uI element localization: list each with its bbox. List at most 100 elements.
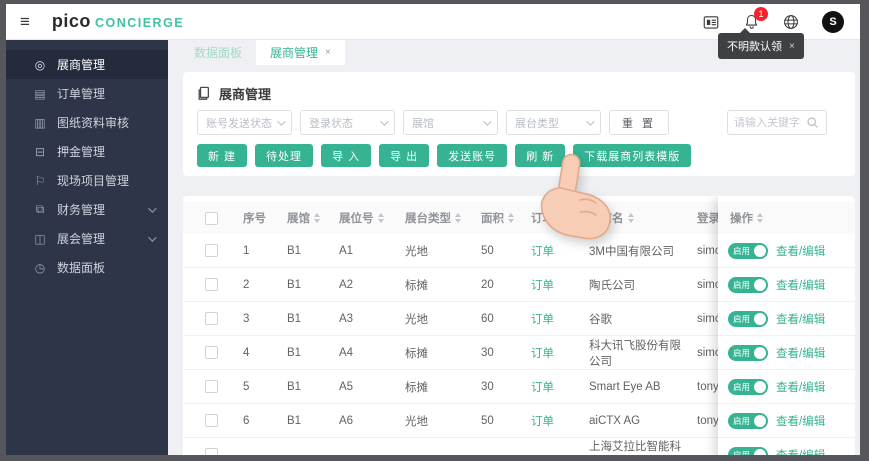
exhibitor-icon: ◎	[34, 57, 46, 72]
sort-icon[interactable]	[314, 213, 320, 223]
sidebar-item-label: 展商管理	[57, 58, 106, 72]
language-globe-icon[interactable]	[782, 13, 800, 31]
order-link[interactable]: 订单	[531, 311, 589, 327]
cell-exhibitor-name: 3M中国有限公司	[589, 245, 674, 258]
sidebar-item-drawing-review[interactable]: ▥ 图纸资料审核	[6, 108, 168, 137]
sidebar-item-exhibitor-mgmt[interactable]: ◎ 展商管理	[6, 50, 168, 79]
sidebar-item-order-mgmt[interactable]: ▤ 订单管理	[6, 79, 168, 108]
sort-icon[interactable]	[757, 213, 763, 223]
finance-icon: ⧉	[35, 202, 45, 216]
export-button[interactable]: 导 出	[379, 144, 430, 167]
search-input[interactable]	[734, 116, 806, 129]
toggle-knob	[754, 346, 766, 359]
download-template-button[interactable]: 下载展商列表模版	[573, 144, 692, 167]
col-operation[interactable]: 操作	[718, 202, 848, 234]
sort-icon[interactable]	[627, 213, 634, 223]
enable-toggle[interactable]: 启用	[728, 310, 768, 327]
new-button[interactable]: 新 建	[197, 144, 248, 167]
documents-icon	[198, 86, 210, 100]
screenshot-frame: ≡ pico CONCIERGE 1 S 不明款认领 × ◎ 展商管理 ▤ 订单…	[0, 0, 869, 461]
row-checkbox[interactable]	[205, 346, 218, 359]
cell-exhibitor-name: Smart Eye AB	[589, 380, 661, 393]
sidebar-item-data-panel[interactable]: ◷ 数据面板	[6, 253, 168, 282]
cell-index: 2	[243, 278, 250, 291]
filter-login-status[interactable]: 登录状态	[300, 110, 395, 135]
view-edit-link[interactable]: 查看/编辑	[776, 345, 825, 361]
row-checkbox[interactable]	[205, 244, 218, 257]
enable-toggle[interactable]: 启用	[728, 446, 768, 455]
data-panel-icon: ◷	[34, 260, 46, 275]
filter-hall[interactable]: 展馆	[403, 110, 498, 135]
pending-button[interactable]: 待处理	[255, 144, 314, 167]
send-account-button[interactable]: 发送账号	[437, 144, 508, 167]
claim-list-icon[interactable]	[702, 13, 720, 31]
row-checkbox[interactable]	[205, 312, 218, 325]
tab-exhibitor-mgmt[interactable]: 展商管理 ×	[256, 40, 345, 65]
col-order[interactable]: 订单	[531, 210, 589, 226]
search-icon[interactable]	[806, 116, 819, 129]
col-booth[interactable]: 展位号	[339, 210, 405, 226]
import-button[interactable]: 导 入	[321, 144, 372, 167]
col-area[interactable]: 面积	[481, 210, 531, 226]
view-edit-link[interactable]: 查看/编辑	[776, 447, 825, 456]
tab-data-panel[interactable]: 数据面板	[180, 40, 256, 65]
enable-toggle[interactable]: 启用	[728, 276, 768, 293]
cell-area: 50	[481, 414, 494, 427]
operation-row: 启用 查看/编辑	[718, 234, 848, 268]
view-edit-link[interactable]: 查看/编辑	[776, 311, 825, 327]
filter-account-send-status[interactable]: 账号发送状态	[197, 110, 292, 135]
order-link[interactable]: 订单	[531, 243, 589, 259]
order-link[interactable]: 订单	[531, 379, 589, 395]
chevron-down-icon	[148, 232, 157, 242]
refresh-button[interactable]: 刷 新	[515, 144, 566, 167]
enable-toggle[interactable]: 启用	[728, 412, 768, 429]
hamburger-menu-icon[interactable]: ≡	[20, 13, 30, 30]
sort-icon[interactable]	[508, 213, 514, 223]
sidebar-item-onsite-project-mgmt[interactable]: ⚐ 现场项目管理	[6, 166, 168, 195]
operation-row: 启用 查看/编辑	[718, 438, 848, 455]
filter-booth-type[interactable]: 展台类型	[506, 110, 601, 135]
cell-exhibitor-name: 上海艾拉比智能科技有限公司	[589, 440, 681, 453]
view-edit-link[interactable]: 查看/编辑	[776, 413, 825, 429]
sort-icon[interactable]	[377, 213, 384, 223]
view-edit-link[interactable]: 查看/编辑	[776, 277, 825, 293]
cell-hall: B1	[287, 278, 302, 291]
row-checkbox[interactable]	[205, 380, 218, 393]
tooltip-close-icon[interactable]: ×	[789, 41, 795, 52]
col-exhibitor-name[interactable]: 展商名	[589, 210, 697, 226]
drawing-review-icon: ▥	[34, 115, 46, 130]
reset-button[interactable]: 重 置	[609, 110, 670, 135]
tab-label: 数据面板	[194, 46, 243, 60]
sort-icon[interactable]	[455, 213, 461, 223]
row-checkbox[interactable]	[205, 414, 218, 427]
tab-label: 展商管理	[270, 46, 319, 60]
user-avatar[interactable]: S	[822, 10, 844, 33]
col-booth-type[interactable]: 展台类型	[405, 210, 481, 226]
tab-close-icon[interactable]: ×	[325, 47, 331, 58]
order-link[interactable]: 订单	[531, 413, 589, 429]
toggle-knob	[754, 278, 766, 291]
cell-index: 5	[243, 380, 250, 393]
col-hall[interactable]: 展馆	[287, 210, 339, 226]
order-link[interactable]: 订单	[531, 277, 589, 293]
cell-booth-type: 光地	[405, 245, 428, 258]
header-actions: 1 S	[702, 6, 860, 33]
enable-toggle[interactable]: 启用	[728, 344, 768, 361]
cell-booth: A6	[339, 414, 354, 427]
sidebar-item-deposit-mgmt[interactable]: ⊟ 押金管理	[6, 137, 168, 166]
select-all-checkbox[interactable]	[205, 211, 218, 225]
sidebar-item-exhibition-mgmt[interactable]: ◫ 展会管理	[6, 224, 168, 253]
operation-fixed-column: 操作 启用 查看/编辑 启用 查看/编辑 启用 查看/编辑 启用 查看/编辑 启…	[718, 196, 848, 455]
operation-row: 启用 查看/编辑	[718, 302, 848, 336]
sort-icon[interactable]	[558, 213, 564, 223]
row-checkbox[interactable]	[205, 278, 218, 291]
cell-area: 60	[481, 312, 494, 325]
enable-toggle[interactable]: 启用	[728, 378, 768, 395]
order-link[interactable]: 订单	[531, 345, 589, 361]
row-checkbox[interactable]	[205, 448, 218, 455]
exhibition-icon: ◫	[34, 231, 46, 246]
view-edit-link[interactable]: 查看/编辑	[776, 243, 825, 259]
enable-toggle[interactable]: 启用	[728, 242, 768, 259]
sidebar-item-finance-mgmt[interactable]: ⧉ 财务管理	[6, 195, 168, 224]
view-edit-link[interactable]: 查看/编辑	[776, 379, 825, 395]
